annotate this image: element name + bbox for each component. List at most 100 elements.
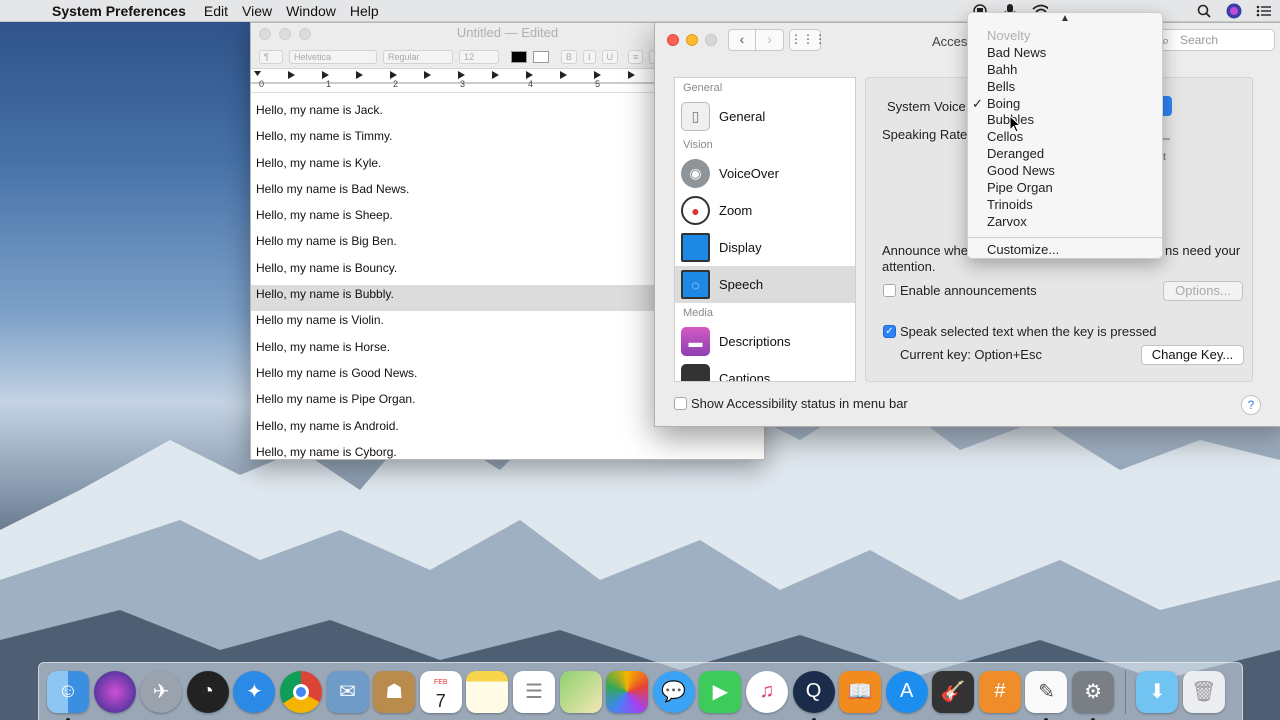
garageband-icon[interactable]: 🎸 (932, 670, 975, 713)
menu-separator (968, 236, 1162, 238)
safari-icon[interactable]: ✦ (233, 670, 276, 713)
sidebar-section-general: General (683, 82, 723, 94)
menu-help[interactable]: Help (350, 3, 393, 19)
text-line[interactable]: Hello, my name is Cyborg. (251, 443, 764, 469)
underline-button[interactable]: U (601, 49, 619, 64)
dock-separator (1124, 669, 1126, 714)
mail-icon[interactable]: ✉ (326, 670, 369, 713)
system-voice-menu[interactable]: ▲ Novelty Bad News Bahh Bells ✓Boing Bub… (967, 12, 1163, 259)
search-field[interactable]: ⌕ Search (1155, 29, 1275, 51)
font-size-select[interactable]: 12 (459, 49, 499, 64)
photos-icon[interactable] (606, 670, 649, 713)
bold-button[interactable]: B (561, 49, 578, 64)
finder-icon[interactable]: ☺ (47, 670, 89, 720)
app-store-icon[interactable]: A (885, 670, 928, 713)
sidebar-item-label: General (719, 109, 766, 124)
sidebar-item-speech[interactable]: ◌ Speech (675, 266, 855, 303)
show-all-button[interactable]: ⋮⋮⋮ (789, 29, 826, 51)
minimize-button[interactable] (686, 34, 698, 46)
notification-center-icon[interactable] (1256, 3, 1272, 19)
system-preferences-icon[interactable]: ⚙ (1072, 670, 1115, 720)
options-button[interactable]: Options... (1163, 281, 1243, 301)
chrome-icon[interactable] (279, 670, 322, 713)
sidebar-item-descriptions[interactable]: ▬ Descriptions (675, 323, 855, 360)
voice-menu-item[interactable]: Zarvox (968, 214, 1162, 231)
back-button[interactable]: ‹ (728, 29, 756, 51)
dashboard-icon[interactable]: ◔ (186, 670, 229, 713)
voice-menu-item[interactable]: Deranged (968, 146, 1162, 163)
voice-menu-item[interactable]: Pipe Organ (968, 180, 1162, 197)
itunes-icon[interactable]: ♫ (745, 670, 788, 713)
voice-menu-item[interactable]: Bad News (968, 45, 1162, 62)
calculator-icon[interactable]: # (978, 670, 1021, 713)
menu-window[interactable]: Window (286, 3, 350, 19)
downloads-folder-icon[interactable]: ⬇ (1136, 670, 1179, 713)
sidebar-item-general[interactable]: ▯ General (675, 98, 855, 135)
contacts-icon[interactable]: ☗ (373, 670, 416, 713)
general-icon: ▯ (681, 102, 710, 131)
menu-view[interactable]: View (242, 3, 286, 19)
enable-announcements-checkbox[interactable] (883, 284, 896, 297)
quicktime-icon[interactable]: Q (792, 670, 835, 720)
search-placeholder: Search (1180, 33, 1219, 47)
sidebar-section-vision: Vision (683, 139, 713, 151)
textedit-icon[interactable]: ✎ (1025, 670, 1068, 720)
zoom-button[interactable] (705, 34, 717, 46)
menu-edit[interactable]: Edit (204, 3, 242, 19)
ibooks-icon[interactable]: 📖 (839, 670, 882, 713)
siri-icon[interactable] (1226, 3, 1242, 19)
paragraph-style-select[interactable]: ¶ (259, 49, 283, 64)
voice-menu-item[interactable]: Bahh (968, 62, 1162, 79)
close-button[interactable] (667, 34, 679, 46)
voice-menu-item-selected[interactable]: ✓ Boing (968, 96, 1162, 113)
font-style-select[interactable]: Regular (383, 49, 453, 64)
siri-dock-icon[interactable] (93, 670, 136, 713)
speak-selected-checkbox[interactable]: ✓ (883, 325, 896, 338)
text-color-swatch[interactable] (511, 50, 527, 63)
textedit-close-button[interactable] (259, 28, 271, 40)
highlight-color-swatch[interactable] (533, 50, 549, 63)
calendar-icon[interactable]: FEB 7 (419, 670, 462, 713)
font-family-select[interactable]: Helvetica (289, 49, 377, 64)
accessibility-sidebar[interactable]: General ▯ General Vision ◉ VoiceOver ● Z… (674, 77, 856, 382)
sidebar-item-label: Speech (719, 277, 764, 292)
voice-menu-item[interactable]: Good News (968, 163, 1162, 180)
voice-menu-item[interactable]: Bells (968, 79, 1162, 96)
system-voice-popup-stepper[interactable] (1162, 96, 1172, 116)
sidebar-item-display[interactable]: Display (675, 229, 855, 266)
current-key-label: Current key: Option+Esc (900, 347, 1042, 362)
change-key-button[interactable]: Change Key... (1141, 345, 1244, 365)
notes-icon[interactable] (466, 670, 509, 713)
align-left-button[interactable]: ≡ (628, 49, 644, 64)
spotlight-search-icon[interactable] (1196, 3, 1212, 19)
sidebar-item-captions[interactable]: Captions (675, 360, 855, 381)
voice-menu-item[interactable]: Bubbles (968, 112, 1162, 129)
launchpad-icon[interactable]: ✈ (140, 670, 183, 713)
sidebar-item-zoom[interactable]: ● Zoom (675, 192, 855, 229)
textedit-minimize-button[interactable] (279, 28, 291, 40)
ruler-label-5: 5 (595, 79, 601, 89)
show-status-checkbox[interactable] (674, 397, 687, 410)
show-status-label: Show Accessibility status in menu bar (691, 396, 908, 411)
italic-button[interactable]: I (583, 49, 596, 64)
maps-icon[interactable] (559, 670, 602, 713)
calendar-day: 7 (435, 690, 446, 711)
textedit-zoom-button[interactable] (299, 28, 311, 40)
help-button[interactable]: ? (1241, 395, 1261, 415)
voice-menu-item[interactable]: Novelty (968, 28, 1162, 45)
facetime-icon[interactable]: ▶ (699, 670, 742, 713)
reminders-icon[interactable]: ☰ (512, 670, 555, 713)
speaking-rate-slider[interactable] (1162, 138, 1170, 140)
scroll-up-arrow-icon[interactable]: ▲ (1060, 13, 1070, 24)
messages-icon[interactable]: 💬 (652, 670, 695, 713)
sidebar-item-voiceover[interactable]: ◉ VoiceOver (675, 155, 855, 192)
menu-app-name[interactable]: System Preferences (52, 3, 204, 19)
customize-menu-item[interactable]: Customize... (968, 242, 1162, 259)
forward-button[interactable]: › (756, 29, 784, 51)
chevron-left-icon: ‹ (739, 31, 745, 47)
voice-menu-item[interactable]: Trinoids (968, 197, 1162, 214)
textedit-status: — Edited (504, 25, 559, 40)
chevron-right-icon: › (767, 31, 772, 47)
trash-icon[interactable]: 🗑 (1182, 670, 1225, 713)
voice-menu-item[interactable]: Cellos (968, 129, 1162, 146)
